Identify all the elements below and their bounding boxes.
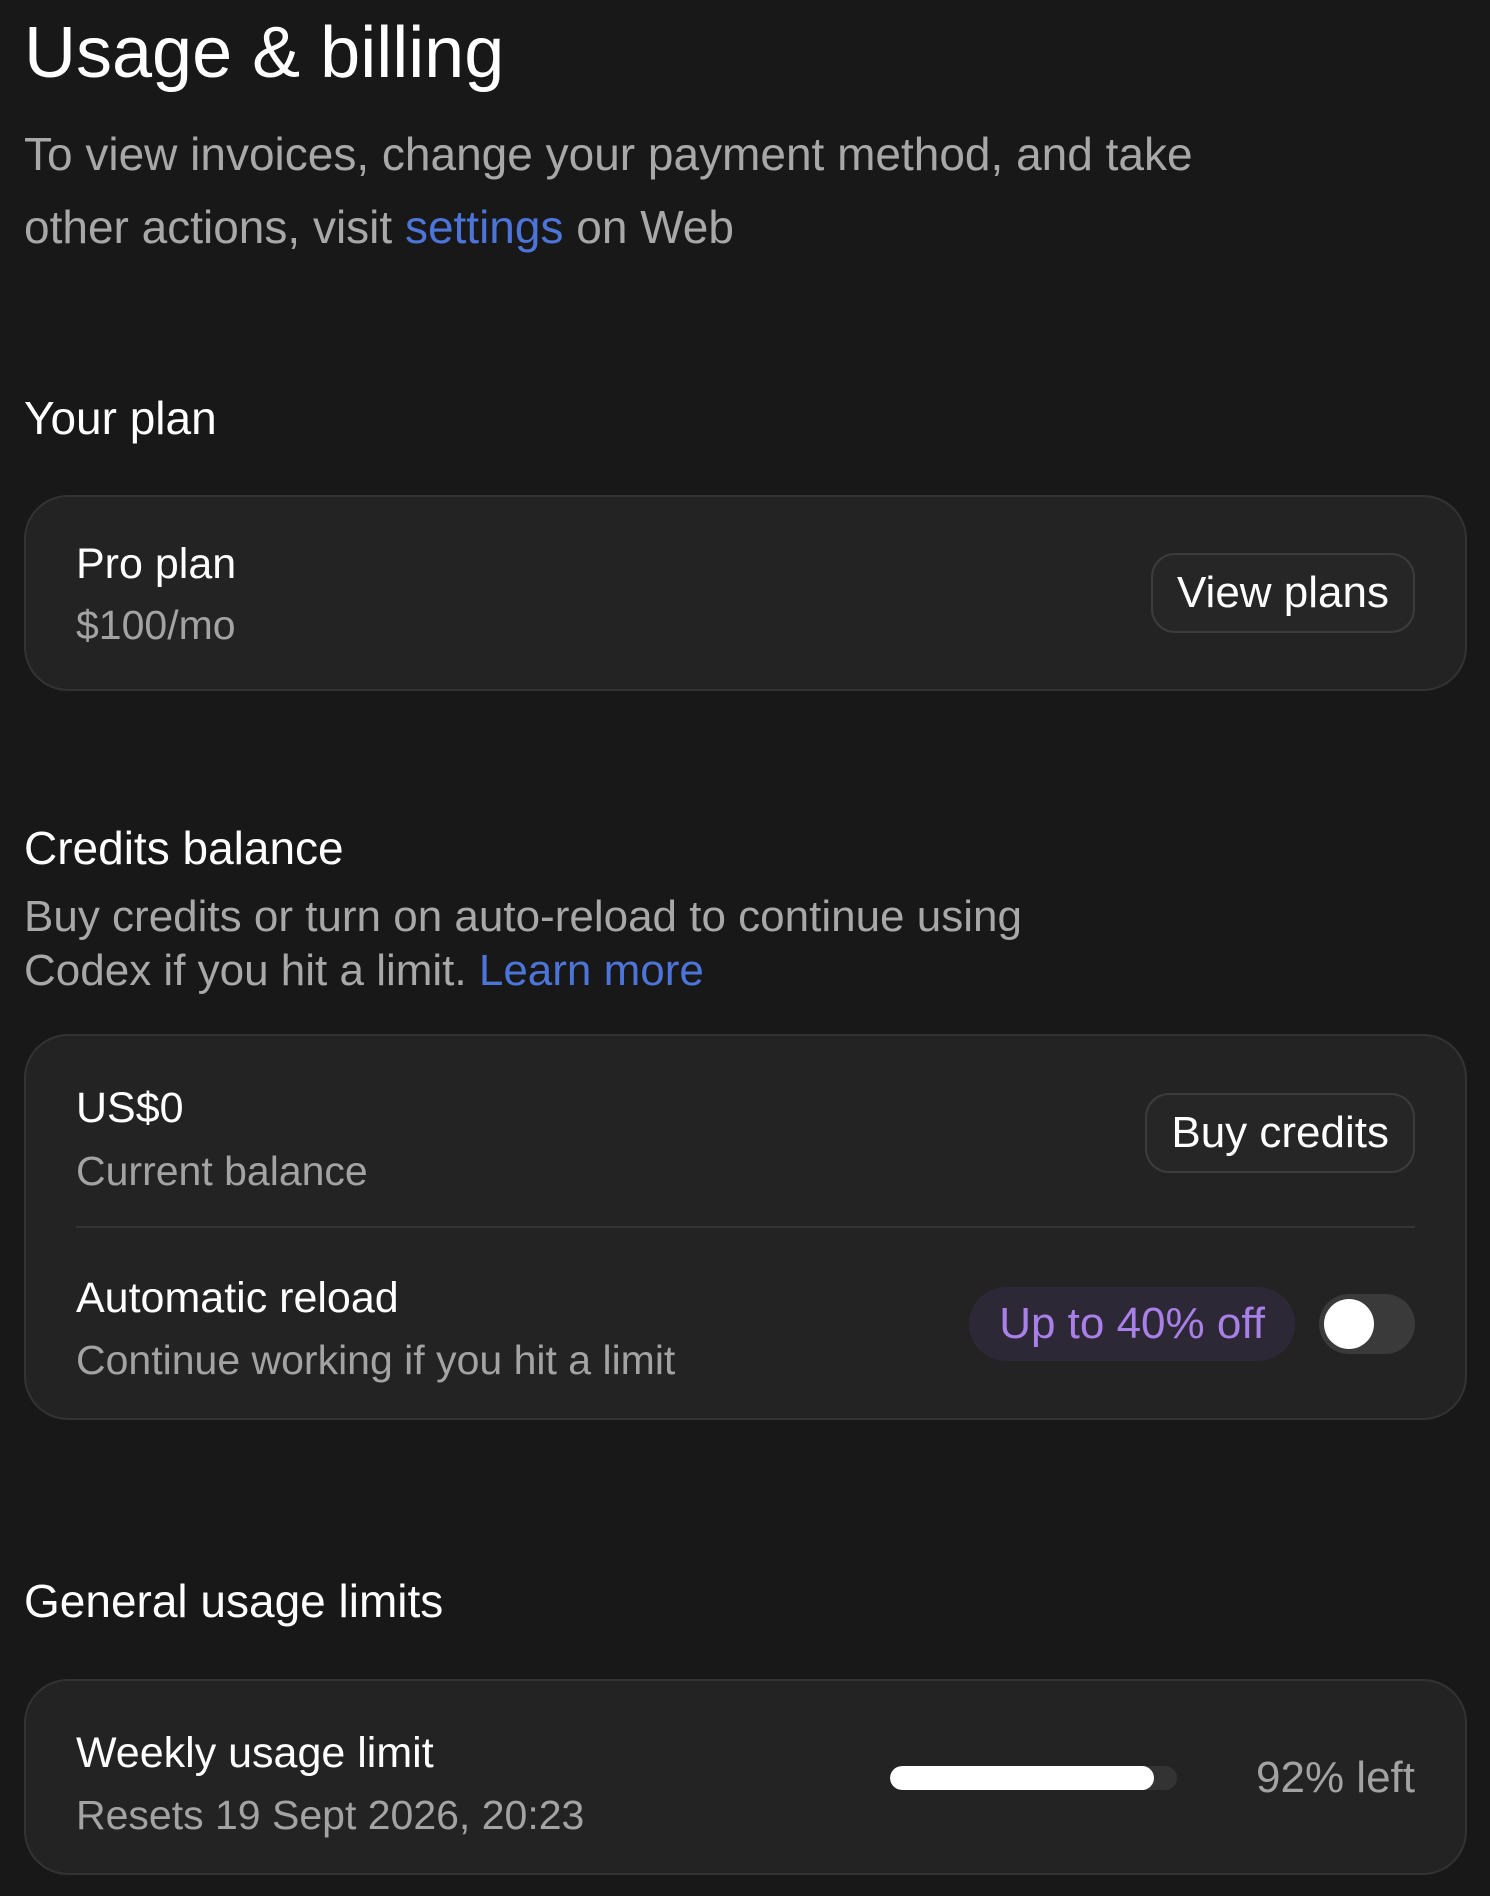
your-plan-heading: Your plan xyxy=(24,392,217,444)
usage-limits-heading: General usage limits xyxy=(24,1575,444,1627)
plan-price: $100/mo xyxy=(76,602,236,648)
buy-credits-button[interactable]: Buy credits xyxy=(1145,1093,1415,1173)
auto-reload-toggle[interactable] xyxy=(1319,1294,1415,1354)
toggle-knob xyxy=(1324,1299,1374,1349)
plan-card: Pro plan $100/mo View plans xyxy=(24,495,1467,691)
weekly-limit-reset: Resets 19 Sept 2026, 20:23 xyxy=(76,1792,585,1838)
weekly-limit-title: Weekly usage limit xyxy=(76,1729,434,1777)
credits-divider xyxy=(76,1226,1415,1228)
page-subtitle-suffix: on Web xyxy=(563,201,734,253)
auto-reload-subtitle: Continue working if you hit a limit xyxy=(76,1337,676,1383)
balance-amount: US$0 xyxy=(76,1084,184,1132)
weekly-usage-progress-fill xyxy=(890,1766,1155,1790)
weekly-usage-progress-bar xyxy=(890,1766,1177,1790)
auto-reload-title: Automatic reload xyxy=(76,1274,399,1322)
view-plans-button[interactable]: View plans xyxy=(1151,553,1415,633)
page-subtitle: To view invoices, change your payment me… xyxy=(24,118,1224,264)
page-title: Usage & billing xyxy=(24,13,505,93)
credits-description: Buy credits or turn on auto-reload to co… xyxy=(24,890,1124,998)
usage-card: Weekly usage limit Resets 19 Sept 2026, … xyxy=(24,1679,1467,1875)
credits-card: US$0 Current balance Buy credits Automat… xyxy=(24,1034,1467,1420)
balance-label: Current balance xyxy=(76,1148,368,1194)
plan-name: Pro plan xyxy=(76,540,237,588)
learn-more-link[interactable]: Learn more xyxy=(479,946,704,995)
credits-balance-heading: Credits balance xyxy=(24,822,344,874)
settings-link[interactable]: settings xyxy=(405,201,564,253)
discount-badge: Up to 40% off xyxy=(969,1287,1295,1361)
weekly-usage-remaining: 92% left xyxy=(1256,1753,1415,1802)
